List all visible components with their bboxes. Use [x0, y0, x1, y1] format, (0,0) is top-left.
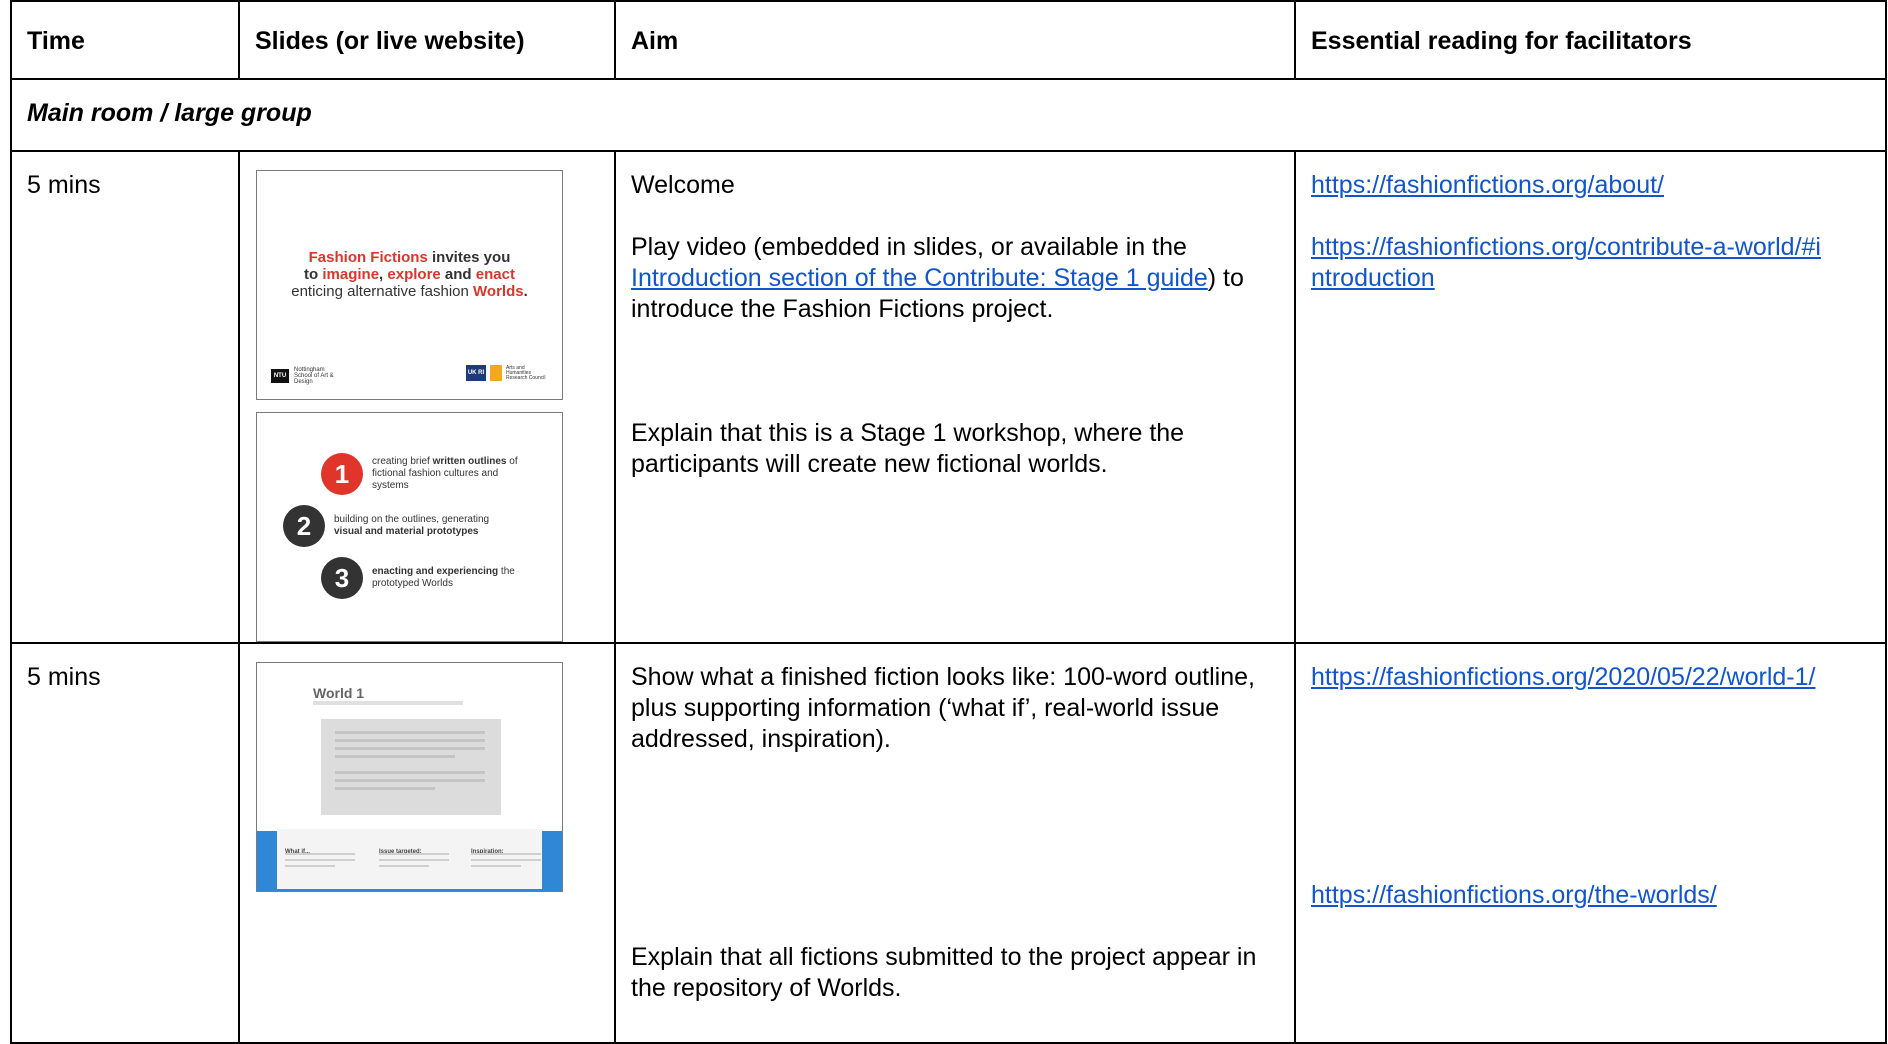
- header-reading: Essential reading for facilitators: [1294, 0, 1887, 80]
- header-aim: Aim: [614, 0, 1296, 80]
- slide-intro-heading: Fashion Fictions invites you to imagine,…: [291, 249, 528, 300]
- intro-guide-link[interactable]: Introduction section of the Contribute: …: [631, 264, 1208, 292]
- ukri-logo: UK RI Arts and Humanities Research Counc…: [466, 364, 546, 381]
- stage-step-2: 2 building on the outlines, generating v…: [283, 505, 494, 547]
- aim-cell: Welcome Play video (embedded in slides, …: [614, 150, 1296, 644]
- header-slides: Slides (or live website): [238, 0, 616, 80]
- the-worlds-link[interactable]: https://fashionfictions.org/the-worlds/: [1311, 881, 1717, 909]
- slides-cell: World 1 What if... Issue targeted: Inspi…: [238, 642, 616, 1044]
- aim-cell: Show what a finished fiction looks like:…: [614, 642, 1296, 1044]
- section-row: Main room / large group: [10, 78, 1887, 152]
- slide-thumbnail-world1[interactable]: World 1 What if... Issue targeted: Inspi…: [256, 662, 563, 892]
- ntu-logo: NTU Nottingham School of Art & Design: [271, 367, 342, 385]
- about-link[interactable]: https://fashionfictions.org/about/: [1311, 171, 1664, 199]
- aim-repository-explain: Explain that all fictions submitted to t…: [631, 943, 1257, 1002]
- stage-step-3: 3 enacting and experiencing the prototyp…: [321, 557, 532, 599]
- header-row: Time Slides (or live website) Aim Essent…: [10, 0, 1887, 80]
- time-cell: 5 mins: [10, 642, 240, 1044]
- time-cell: 5 mins: [10, 150, 240, 644]
- world1-link[interactable]: https://fashionfictions.org/2020/05/22/w…: [1311, 663, 1815, 691]
- header-time: Time: [10, 0, 240, 80]
- table-row: 5 mins World 1 What if... Issue targeted…: [10, 642, 1887, 1044]
- stage-step-1: 1 creating brief written outlines of fic…: [321, 453, 532, 495]
- aim-welcome: Welcome: [631, 171, 735, 199]
- table-row: 5 mins Fashion Fictions invites you to i…: [10, 150, 1887, 644]
- contribute-introduction-link[interactable]: https://fashionfictions.org/contribute-a…: [1311, 233, 1821, 292]
- slide-thumbnail-stages[interactable]: 1 creating brief written outlines of fic…: [256, 412, 563, 642]
- slides-cell: Fashion Fictions invites you to imagine,…: [238, 150, 616, 644]
- aim-stage1-explain: Explain that this is a Stage 1 workshop,…: [631, 419, 1185, 478]
- reading-cell: https://fashionfictions.org/about/ https…: [1294, 150, 1887, 644]
- slide-thumbnail-intro[interactable]: Fashion Fictions invites you to imagine,…: [256, 170, 563, 400]
- aim-play-video: Play video (embedded in slides, or avail…: [631, 233, 1244, 323]
- session-plan-table: Time Slides (or live website) Aim Essent…: [10, 0, 1887, 1044]
- reading-cell: https://fashionfictions.org/2020/05/22/w…: [1294, 642, 1887, 1044]
- section-label: Main room / large group: [10, 78, 1887, 152]
- aim-finished-fiction: Show what a finished fiction looks like:…: [631, 663, 1255, 753]
